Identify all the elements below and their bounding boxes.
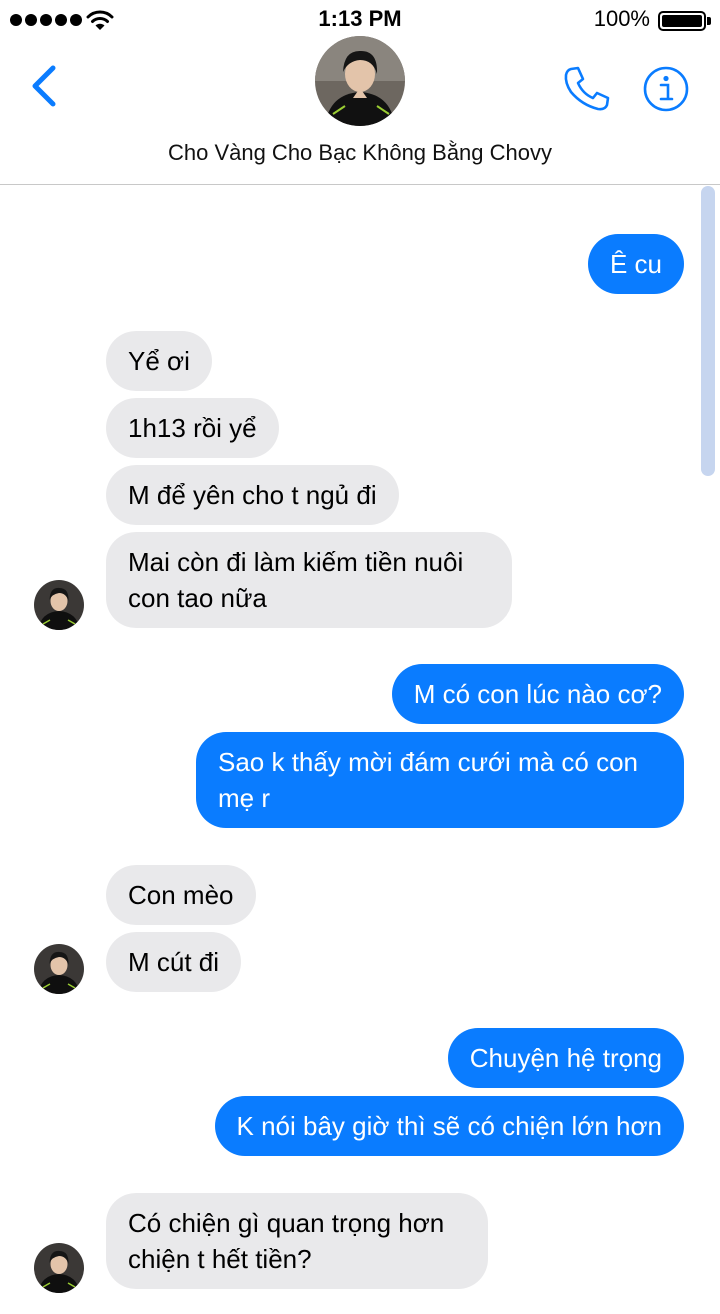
incoming-message[interactable]: M cút đi bbox=[106, 932, 242, 992]
message-thread: Ê cu Yể ơi 1h13 rồi yể M để yên cho t ng… bbox=[0, 186, 720, 1314]
sender-avatar[interactable] bbox=[34, 1243, 84, 1293]
incoming-message[interactable]: Con mèo bbox=[106, 865, 256, 925]
phone-icon[interactable] bbox=[562, 64, 612, 112]
incoming-message[interactable]: Mai còn đi làm kiếm tiền nuôi con tao nữ… bbox=[106, 532, 512, 628]
info-icon[interactable] bbox=[642, 65, 690, 113]
incoming-message[interactable]: Có chiện gì quan trọng hơn chiện t hết t… bbox=[106, 1193, 488, 1289]
battery-icon bbox=[658, 11, 706, 31]
incoming-message[interactable]: M để yên cho t ngủ đi bbox=[106, 465, 399, 525]
sender-avatar[interactable] bbox=[34, 944, 84, 994]
battery-percentage: 100% bbox=[593, 6, 650, 31]
outgoing-message[interactable]: Chuyện hệ trọng bbox=[447, 1028, 684, 1088]
chevron-left-icon[interactable] bbox=[26, 62, 62, 110]
contact-avatar[interactable] bbox=[315, 36, 405, 126]
status-bar: 1:13 PM 100% bbox=[0, 0, 720, 40]
chat-header: Cho Vàng Cho Bạc Không Bằng Chovy bbox=[0, 36, 720, 185]
outgoing-message[interactable]: K nói bây giờ thì sẽ có chiện lớn hơn bbox=[214, 1096, 684, 1156]
incoming-message[interactable]: Yể ơi bbox=[106, 331, 212, 391]
outgoing-message[interactable]: M có con lúc nào cơ? bbox=[391, 664, 684, 724]
incoming-message[interactable]: 1h13 rồi yể bbox=[106, 398, 279, 458]
outgoing-message[interactable]: Ê cu bbox=[587, 234, 684, 294]
contact-name[interactable]: Cho Vàng Cho Bạc Không Bằng Chovy bbox=[0, 140, 720, 166]
outgoing-message[interactable]: Sao k thấy mời đám cưới mà có con mẹ r bbox=[196, 732, 684, 828]
sender-avatar[interactable] bbox=[34, 580, 84, 630]
